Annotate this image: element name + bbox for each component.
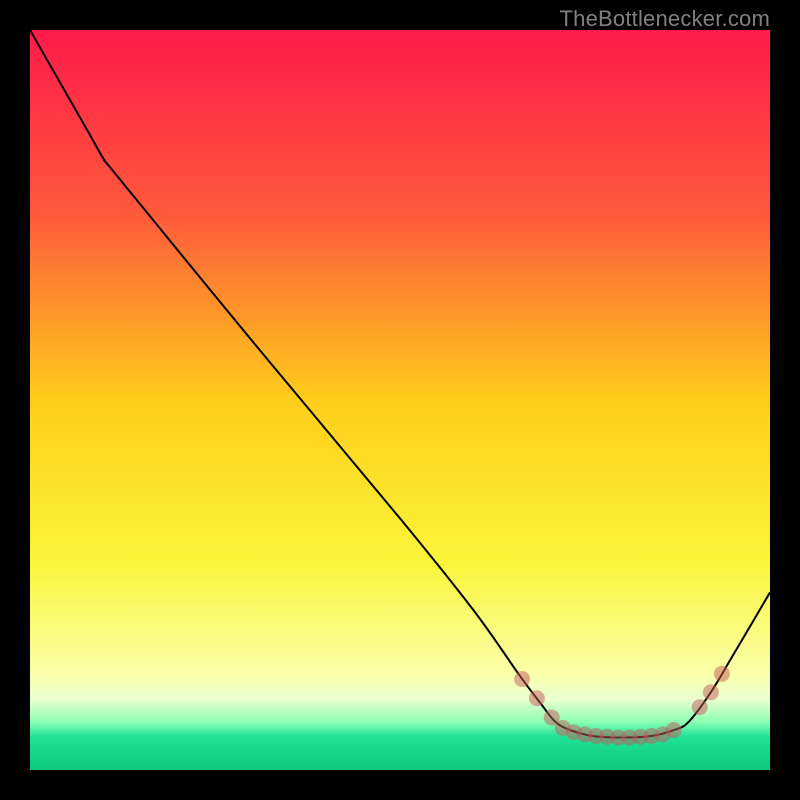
marker-dot (714, 666, 730, 682)
attribution-text: TheBottlenecker.com (560, 6, 770, 32)
marker-dot (514, 671, 530, 687)
marker-dot (692, 699, 708, 715)
gradient-background (30, 30, 770, 770)
chart-outer: TheBottlenecker.com (0, 0, 800, 800)
marker-dot (703, 684, 719, 700)
marker-dot (666, 722, 682, 738)
marker-dot (529, 690, 545, 706)
chart-svg (30, 30, 770, 770)
plot-area (30, 30, 770, 770)
